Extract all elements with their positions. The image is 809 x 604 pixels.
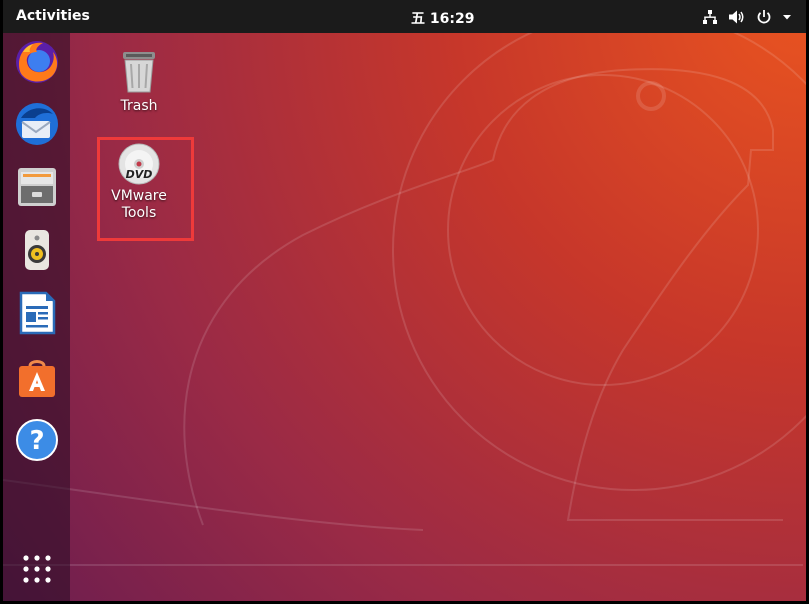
trash-label: Trash bbox=[120, 98, 158, 114]
power-icon[interactable] bbox=[756, 9, 772, 25]
trash-icon bbox=[97, 48, 181, 98]
ubuntu-software-icon bbox=[14, 354, 60, 404]
dock-files[interactable] bbox=[11, 163, 63, 215]
dock-ubuntu-software[interactable] bbox=[11, 353, 63, 405]
menu-arrow-icon[interactable] bbox=[782, 12, 792, 22]
thunderbird-icon bbox=[13, 100, 61, 152]
top-bar: Activities 五 16:29 bbox=[3, 0, 806, 33]
dvd-logo-text: DVD bbox=[126, 168, 153, 181]
dock-rhythmbox[interactable] bbox=[11, 226, 63, 278]
app-grid-icon bbox=[19, 551, 55, 591]
rhythmbox-icon bbox=[14, 227, 60, 277]
desktop-icon-vmware-tools[interactable]: DVD VMware Tools bbox=[97, 142, 181, 222]
dock-libreoffice-writer[interactable] bbox=[11, 289, 63, 341]
dock-show-applications[interactable] bbox=[11, 545, 63, 597]
dock-thunderbird[interactable] bbox=[11, 100, 63, 152]
desktop-icon-trash[interactable]: Trash bbox=[97, 48, 181, 115]
network-icon[interactable] bbox=[702, 9, 718, 25]
files-icon bbox=[14, 164, 60, 214]
activities-button[interactable]: Activities bbox=[16, 8, 90, 24]
desktop-screen: Activities 五 16:29 ? Trash DVD VMware To… bbox=[3, 0, 806, 601]
clock[interactable]: 五 16:29 bbox=[411, 8, 474, 28]
vmware-label-line2: Tools bbox=[121, 205, 157, 221]
dock-help[interactable]: ? bbox=[11, 416, 63, 468]
dvd-icon: DVD bbox=[97, 142, 181, 188]
svg-text:?: ? bbox=[29, 426, 44, 456]
system-tray[interactable] bbox=[702, 7, 792, 27]
firefox-icon bbox=[13, 38, 61, 90]
volume-icon[interactable] bbox=[728, 9, 746, 25]
vmware-label-line1: VMware bbox=[111, 188, 167, 204]
dock: ? bbox=[3, 33, 70, 601]
help-icon: ? bbox=[14, 417, 60, 467]
dock-firefox[interactable] bbox=[11, 38, 63, 90]
libreoffice-writer-icon bbox=[14, 290, 60, 340]
